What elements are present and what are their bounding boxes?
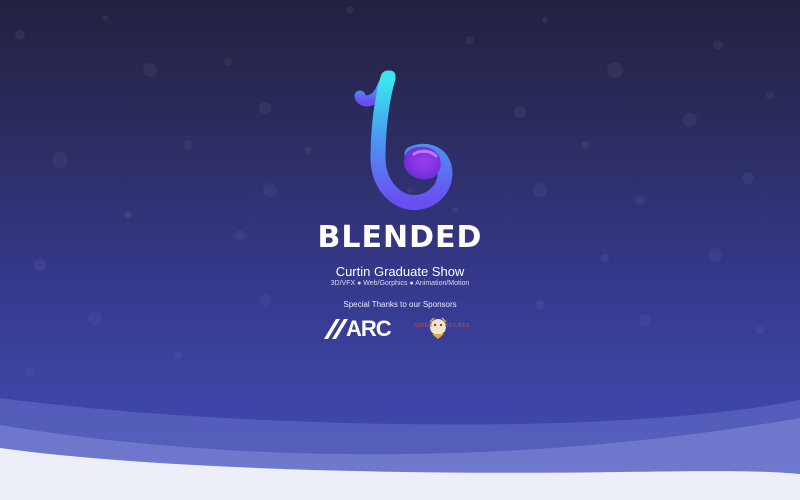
sponsor-2-text-right: BATURES: [445, 323, 470, 329]
arc-sponsor-text: ARC: [346, 316, 392, 341]
brand-title: BLENDED: [317, 220, 483, 255]
blended-logo-icon: [354, 70, 453, 210]
sponsor-2-text-left: SUPER: [414, 323, 433, 329]
sponsors-heading: Special Thanks to our Sponsors: [343, 300, 457, 309]
hero-stage: BLENDED Curtin Graduate Show 3D/VFX ● We…: [0, 0, 800, 500]
disciplines-list: 3D/VFX ● Web/Gorphics ● Animation/Motion: [330, 280, 470, 287]
event-subtitle: Curtin Graduate Show: [335, 264, 465, 279]
